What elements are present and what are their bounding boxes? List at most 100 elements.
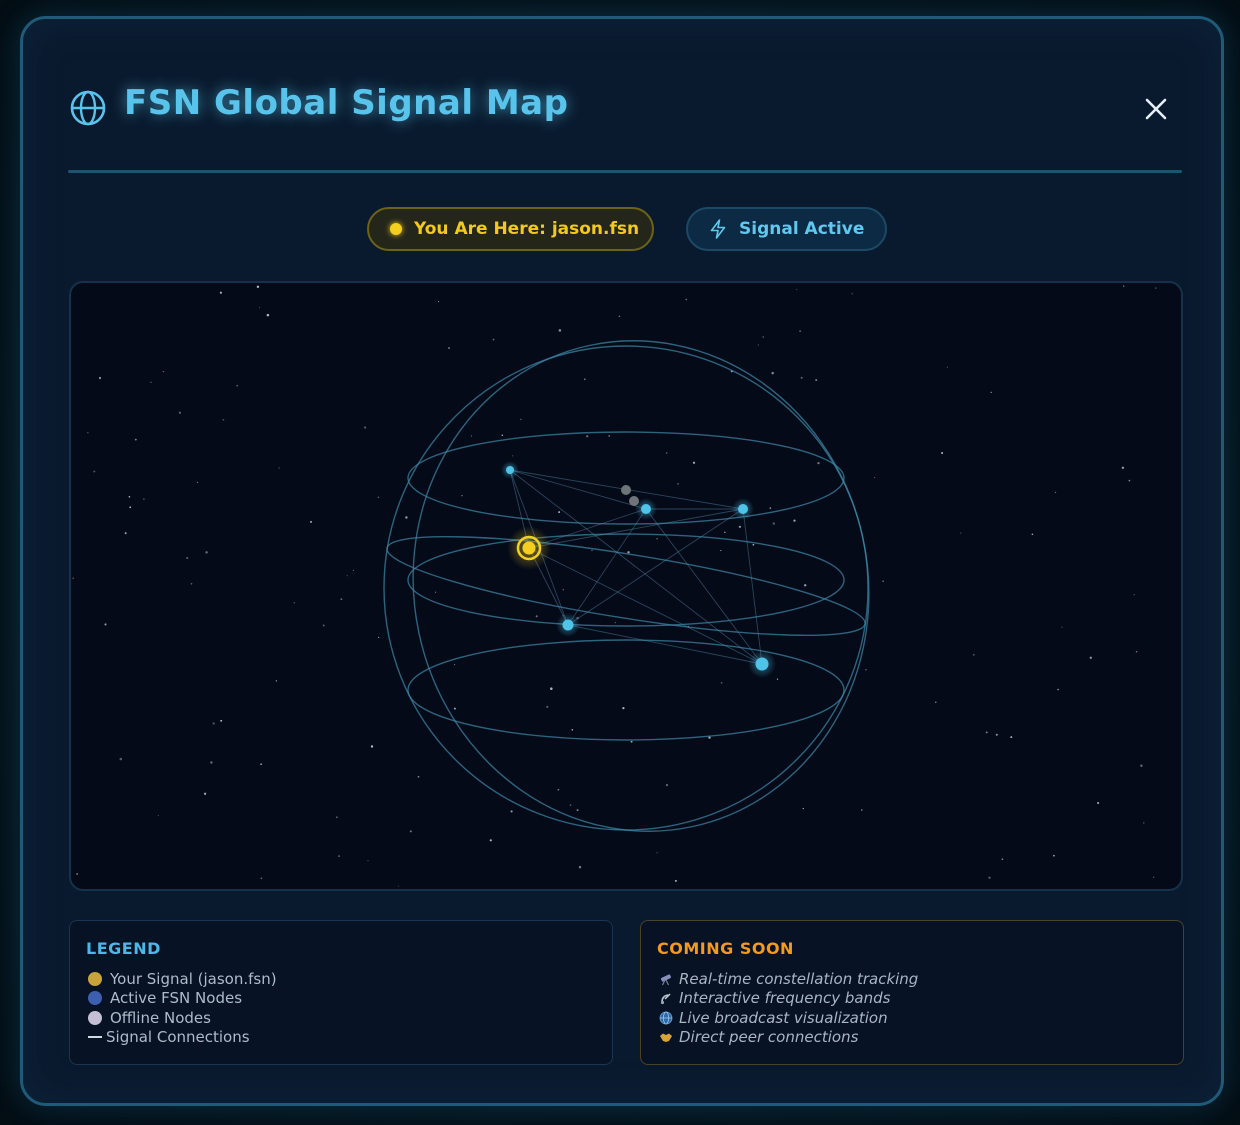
coming-soon-item: Live broadcast visualization bbox=[659, 1008, 918, 1028]
coming-soon-label: Interactive frequency bands bbox=[679, 989, 891, 1008]
star bbox=[129, 506, 132, 509]
offline-node-swatch-icon bbox=[88, 1010, 102, 1025]
handshake-icon bbox=[660, 1033, 672, 1043]
star bbox=[190, 582, 193, 585]
star bbox=[222, 418, 225, 421]
signal-label: Signal Active bbox=[739, 219, 865, 239]
star bbox=[799, 330, 801, 332]
star bbox=[630, 740, 633, 743]
star bbox=[447, 347, 451, 350]
star bbox=[76, 873, 79, 875]
star bbox=[489, 839, 492, 842]
legend-item-label: Active FSN Nodes bbox=[110, 989, 243, 1008]
star bbox=[203, 792, 207, 795]
active-node[interactable] bbox=[562, 619, 574, 631]
star bbox=[960, 532, 962, 534]
star bbox=[762, 336, 765, 338]
close-icon[interactable] bbox=[1145, 98, 1167, 120]
globe-outline bbox=[383, 345, 869, 831]
star bbox=[470, 435, 473, 437]
star bbox=[1128, 479, 1131, 482]
star bbox=[236, 385, 238, 387]
star bbox=[104, 623, 107, 626]
star bbox=[519, 418, 522, 421]
star bbox=[134, 438, 137, 441]
star bbox=[757, 344, 759, 346]
active-node[interactable] bbox=[641, 504, 651, 514]
star bbox=[535, 615, 538, 618]
star bbox=[124, 532, 127, 535]
star bbox=[178, 411, 182, 414]
legend-item-label: Signal Connections bbox=[106, 1028, 250, 1047]
star bbox=[219, 291, 222, 294]
star bbox=[882, 580, 884, 582]
star bbox=[817, 461, 820, 465]
star bbox=[346, 575, 348, 577]
star bbox=[1089, 656, 1092, 659]
legend-panel: LEGEND Your Signal (jason.fsn) Active FS… bbox=[69, 920, 613, 1065]
star bbox=[293, 601, 296, 604]
star bbox=[874, 477, 876, 479]
star bbox=[275, 680, 278, 682]
star bbox=[220, 719, 223, 722]
star bbox=[1121, 466, 1125, 470]
star bbox=[865, 669, 867, 671]
offline-node[interactable] bbox=[621, 485, 631, 495]
star bbox=[1057, 688, 1059, 691]
user-signal-marker[interactable] bbox=[507, 526, 551, 570]
active-node[interactable] bbox=[738, 504, 748, 514]
coming-soon-item: Direct peer connections bbox=[659, 1028, 918, 1048]
coming-soon-panel: COMING SOON Real-time constellation trac… bbox=[640, 920, 1184, 1065]
star bbox=[367, 860, 369, 862]
star bbox=[93, 470, 96, 473]
star bbox=[571, 729, 574, 731]
star bbox=[1133, 594, 1135, 596]
legend-list: Your Signal (jason.fsn) Active FSN Nodes… bbox=[88, 969, 277, 1047]
star bbox=[692, 461, 696, 464]
star bbox=[622, 706, 625, 710]
coming-soon-label: Direct peer connections bbox=[679, 1028, 859, 1047]
star bbox=[309, 520, 313, 523]
telescope-icon bbox=[660, 974, 672, 986]
star bbox=[608, 435, 611, 437]
legend-item: Offline Nodes bbox=[88, 1008, 277, 1028]
star bbox=[1135, 650, 1138, 653]
coming-soon-title: COMING SOON bbox=[657, 939, 794, 958]
star bbox=[550, 687, 553, 690]
star bbox=[578, 865, 582, 869]
star bbox=[569, 804, 572, 806]
star bbox=[128, 496, 131, 498]
close-button[interactable] bbox=[1140, 93, 1172, 125]
star bbox=[985, 731, 988, 734]
star bbox=[364, 426, 367, 429]
star bbox=[851, 293, 853, 295]
user-signal-dot[interactable] bbox=[522, 541, 536, 555]
star bbox=[370, 745, 374, 748]
legend-item: Signal Connections bbox=[88, 1028, 277, 1048]
star bbox=[212, 722, 215, 725]
coming-soon-list: Real-time constellation tracking Interac… bbox=[659, 969, 918, 1047]
star bbox=[1010, 736, 1013, 739]
star bbox=[583, 378, 586, 381]
star bbox=[685, 298, 688, 301]
star bbox=[186, 556, 189, 560]
star bbox=[720, 550, 722, 552]
active-node[interactable] bbox=[755, 657, 769, 671]
page-title: FSN Global Signal Map bbox=[124, 83, 569, 123]
star bbox=[1031, 533, 1034, 536]
star bbox=[618, 315, 621, 318]
star bbox=[995, 733, 998, 736]
star bbox=[417, 775, 420, 778]
coming-soon-item: Real-time constellation tracking bbox=[659, 969, 918, 989]
star bbox=[453, 707, 456, 710]
globe-visualization[interactable] bbox=[71, 283, 1181, 889]
tilted-orbit-ring bbox=[386, 535, 866, 637]
active-nodes bbox=[501, 461, 776, 678]
active-node[interactable] bbox=[506, 466, 514, 474]
star bbox=[941, 451, 944, 455]
signal-map-canvas[interactable] bbox=[69, 281, 1183, 891]
signal-map-modal: FSN Global Signal Map You Are Here: jaso… bbox=[20, 16, 1224, 1106]
legend-item-label: Your Signal (jason.fsn) bbox=[110, 969, 277, 988]
star bbox=[776, 678, 779, 680]
star bbox=[1152, 876, 1155, 878]
